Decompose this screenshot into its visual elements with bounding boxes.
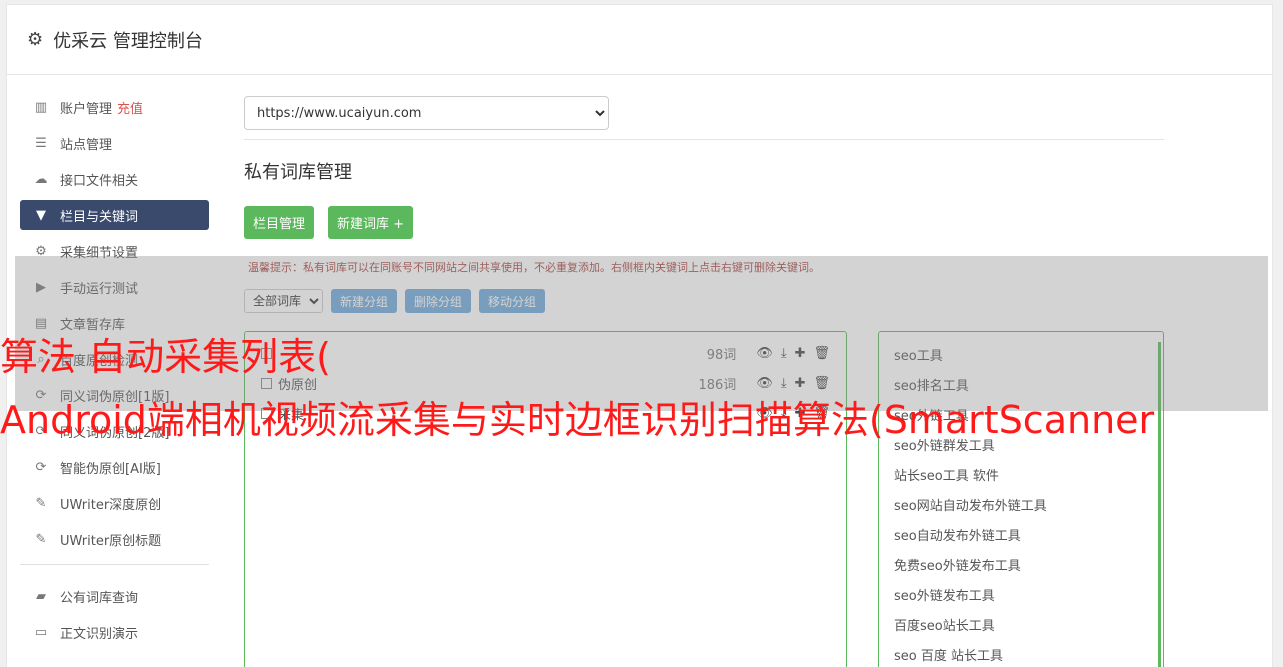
divider [244,139,1164,140]
keyword-item[interactable]: seo外链发布工具 [879,582,1163,612]
sidebar-item-label: 栏目与关键词 [60,209,139,225]
sidebar-item-label: UWriter原创标题 [60,533,162,549]
sidebar-item[interactable]: ☁ 接口文件相关 [20,164,209,194]
sidebar-item[interactable]: ▭ 正文识别演示 [20,617,209,647]
book-icon: ▰ [36,588,46,604]
keyword-item[interactable]: seo自动发布外链工具 [879,522,1163,552]
sidebar-item[interactable]: ✎ UWriter原创标题 [20,524,209,554]
sidebar-item[interactable]: ☰ 站点管理 [20,128,209,158]
sidebar-item[interactable]: ✎ UWriter深度原创 [20,488,209,518]
sidebar-item[interactable]: ⟳ 智能伪原创[AI版] [20,452,209,482]
sidebar-item-label: 账户管理 [60,101,113,117]
filter-icon: ▼ [36,207,46,223]
keyword-item[interactable]: 站长seo工具 软件 [879,462,1163,492]
cloud-upload-icon: ☁ [34,171,48,187]
edit-icon: ✎ [35,531,47,547]
watermark-line-1: 算法 自动采集列表( [0,335,331,379]
recharge-link[interactable]: 充值 [117,98,143,117]
sidebar-item-label: 智能伪原创[AI版] [60,461,161,477]
sidebar-item-label: 公有词库查询 [60,590,139,606]
keyword-item[interactable]: 免费seo外链发布工具 [879,552,1163,582]
keyword-item[interactable]: 百度seo站长工具 [879,612,1163,642]
sidebar-item-label: 站点管理 [60,137,113,153]
sidebar-divider [20,564,209,565]
sidebar-item[interactable]: ▥ 账户管理 充值 [20,92,209,122]
sidebar-item[interactable]: ▼ 栏目与关键词 [20,200,209,230]
sidebar-item-label: 接口文件相关 [60,173,139,189]
sidebar-item-label: UWriter深度原创 [60,497,162,513]
server-icon: ☰ [35,135,47,151]
new-library-button[interactable]: 新建词库 + [328,206,414,239]
console-header: ⚙ 优采云 管理控制台 [7,5,1272,75]
bar-chart-icon: ▥ [34,99,48,115]
refresh-icon: ⟳ [35,459,47,475]
sidebar-item[interactable]: ▰ 公有词库查询 [20,581,209,611]
watermark-line-2: Android端相机视频流采集与实时边框识别扫描算法(SmartScanner [0,398,1155,442]
column-manage-button[interactable]: 栏目管理 [244,206,315,239]
keyword-item[interactable]: seo 百度 站长工具 [879,642,1163,667]
page-title: 优采云 管理控制台 [53,30,203,52]
edit-icon: ✎ [35,495,47,511]
monitor-icon: ▭ [34,624,48,640]
keyword-item[interactable]: seo网站自动发布外链工具 [879,492,1163,522]
section-title: 私有词库管理 [244,162,352,183]
gear-icon: ⚙ [27,29,44,50]
sidebar-item-label: 正文识别演示 [60,626,139,642]
site-select[interactable]: https://www.ucaiyun.com [244,96,609,130]
